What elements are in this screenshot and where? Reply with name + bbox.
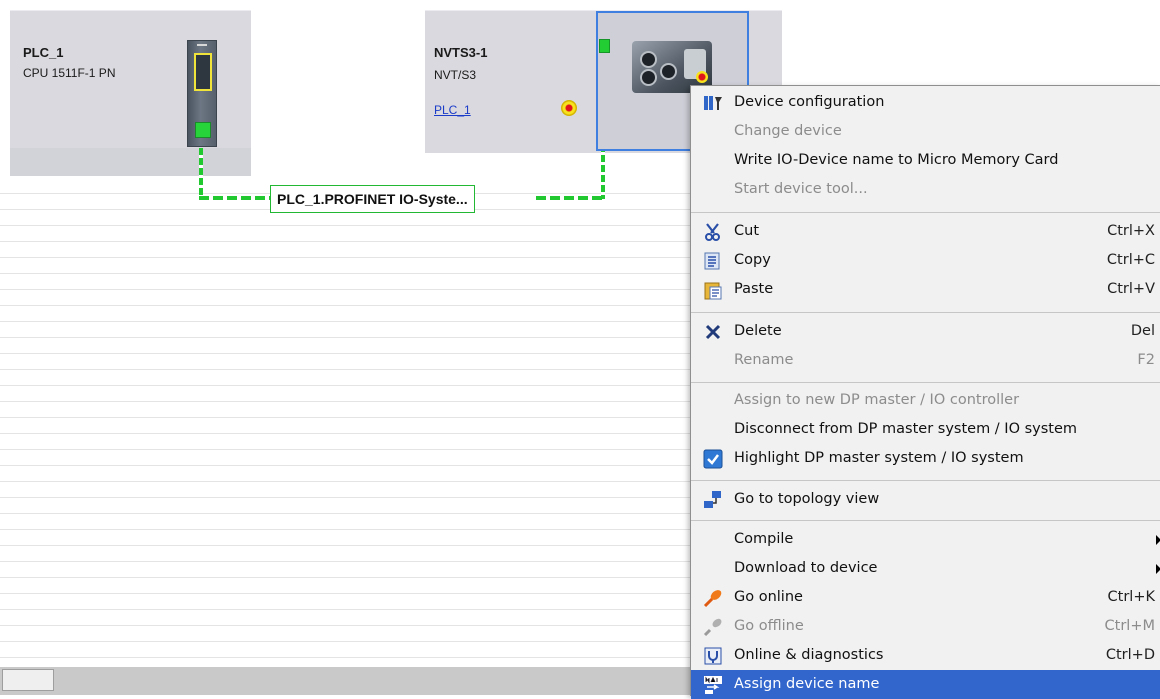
menu-item-label: Go online (734, 589, 803, 605)
submenu-arrow-icon (1156, 535, 1160, 545)
io-controller-link[interactable]: PLC_1 (434, 103, 471, 117)
menu-separator (691, 312, 1160, 313)
menu-item-shortcut: F2 (1137, 352, 1155, 368)
plc-device-band (10, 148, 251, 176)
menu-item-copy[interactable]: Copy Ctrl+C (691, 246, 1160, 275)
connector-icon (660, 63, 677, 80)
menu-item-rename[interactable]: Rename F2 (691, 346, 1160, 375)
menu-item-shortcut: Ctrl+K (1107, 589, 1155, 605)
plc-network-drop (199, 148, 203, 198)
delete-x-icon (703, 322, 723, 342)
menu-item-download-to-device[interactable]: Download to device (691, 554, 1160, 583)
io-system-label[interactable]: PLC_1.PROFINET IO-Syste... (270, 185, 475, 213)
menu-item-delete[interactable]: Delete Del (691, 317, 1160, 346)
menu-item-label: Cut (734, 223, 759, 239)
profinet-port-icon[interactable] (195, 122, 211, 138)
menu-item-start-device-tool[interactable]: Start device tool... (691, 175, 1160, 204)
menu-separator (691, 480, 1160, 481)
menu-item-disconnect-dp-master[interactable]: Disconnect from DP master system / IO sy… (691, 415, 1160, 444)
menu-item-change-device[interactable]: Change device (691, 117, 1160, 146)
menu-item-label: Assign device name (734, 676, 880, 692)
cpu-display (194, 53, 212, 91)
menu-item-shortcut: Ctrl+M (1104, 618, 1155, 634)
menu-item-label: Go to topology view (734, 491, 880, 507)
menu-item-shortcut: Ctrl+D (1105, 647, 1155, 663)
menu-item-label: Rename (734, 352, 794, 368)
menu-separator (691, 382, 1160, 383)
menu-separator (691, 212, 1160, 213)
connector-icon (640, 51, 657, 68)
context-menu: Device configuration Change device Write… (690, 85, 1160, 699)
go-offline-icon (703, 617, 723, 637)
menu-item-go-offline[interactable]: Go offline Ctrl+M (691, 612, 1160, 641)
menu-item-shortcut: Ctrl+X (1107, 223, 1155, 239)
menu-item-label: Go offline (734, 618, 804, 634)
menu-item-label: Compile (734, 531, 794, 547)
profinet-line-left[interactable] (199, 196, 271, 200)
go-online-icon (703, 588, 723, 608)
connector-icon (640, 69, 657, 86)
menu-item-label: Paste (734, 281, 774, 297)
menu-item-device-configuration[interactable]: Device configuration (691, 88, 1160, 117)
menu-item-label: Write IO-Device name to Micro Memory Car… (734, 152, 1059, 168)
scrollbar-thumb[interactable] (2, 669, 54, 691)
menu-item-label: Assign to new DP master / IO controller (734, 392, 1020, 408)
menu-item-highlight-dp-master[interactable]: Highlight DP master system / IO system (691, 444, 1160, 473)
name-assign-icon (703, 675, 723, 695)
menu-item-paste[interactable]: Paste Ctrl+V (691, 275, 1160, 304)
menu-item-cut[interactable]: Cut Ctrl+X (691, 217, 1160, 246)
menu-item-shortcut: Ctrl+C (1106, 252, 1155, 268)
checkbox-checked-icon (703, 449, 723, 469)
profinet-line-right[interactable] (536, 196, 606, 200)
topology-icon (703, 490, 723, 510)
menu-item-label: Highlight DP master system / IO system (734, 450, 1024, 466)
menu-item-compile[interactable]: Compile (691, 525, 1160, 554)
menu-item-label: Disconnect from DP master system / IO sy… (734, 421, 1078, 437)
menu-item-label: Copy (734, 252, 771, 268)
io-device-type: NVT/S3 (434, 68, 477, 82)
horizontal-scrollbar[interactable] (0, 667, 700, 695)
menu-separator (691, 520, 1160, 521)
menu-item-label: Change device (734, 123, 842, 139)
cpu-module-icon[interactable] (187, 40, 217, 147)
device-config-icon (703, 93, 723, 113)
io-device-name: NVTS3-1 (434, 45, 488, 60)
copy-icon (703, 251, 723, 271)
menu-item-label: Download to device (734, 560, 878, 576)
plc-device-type: CPU 1511F-1 PN (23, 66, 116, 80)
plc-device-name: PLC_1 (23, 45, 64, 60)
menu-item-go-online[interactable]: Go online Ctrl+K (691, 583, 1160, 612)
menu-item-assign-new-dp-master[interactable]: Assign to new DP master / IO controller (691, 386, 1160, 415)
submenu-arrow-icon (1156, 564, 1160, 574)
menu-item-shortcut: Del (1130, 323, 1155, 339)
menu-item-write-io-device-name[interactable]: Write IO-Device name to Micro Memory Car… (691, 146, 1160, 175)
scissors-icon (703, 222, 723, 242)
cpu-led-strip (197, 44, 207, 46)
menu-item-online-diagnostics[interactable]: Online & diagnostics Ctrl+D (691, 641, 1160, 670)
diagnostic-warning-icon (561, 100, 577, 116)
paste-icon (703, 280, 723, 300)
menu-item-label: Device configuration (734, 94, 885, 110)
menu-item-label: Delete (734, 323, 782, 339)
menu-item-label: Online & diagnostics (734, 647, 884, 663)
canvas-grid-lines (0, 178, 700, 668)
menu-item-go-to-topology[interactable]: Go to topology view (691, 485, 1160, 514)
diagnostics-icon (703, 646, 723, 666)
menu-item-label: Start device tool... (734, 181, 868, 197)
menu-item-shortcut: Ctrl+V (1107, 281, 1155, 297)
device-warning-icon (696, 71, 708, 83)
port-status-icon (599, 39, 610, 53)
